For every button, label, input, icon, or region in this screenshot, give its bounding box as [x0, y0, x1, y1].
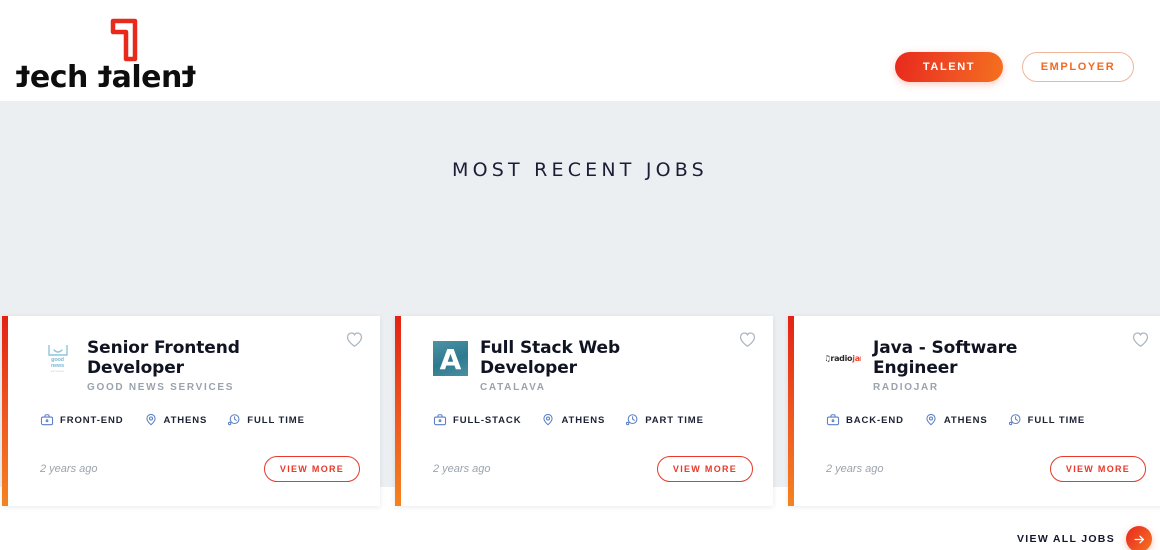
location-pin-icon [541, 413, 555, 427]
logo-wordmark: tech talent [16, 60, 196, 95]
card-header: good news services Senior Frontend Develo… [40, 338, 360, 393]
catalava-logo: A [433, 341, 468, 376]
header-actions: TALENT EMPLOYER [895, 52, 1134, 82]
location-pin-icon [144, 413, 158, 427]
job-title: Full Stack Web Developer [480, 338, 621, 379]
meta-category-label: BACK-END [846, 414, 904, 426]
company-name: GOOD NEWS SERVICES [87, 382, 235, 394]
meta-location: ATHENS [541, 413, 605, 427]
radiojar-logo-text: ♫radiojar [826, 354, 861, 363]
meta-location-label: ATHENS [561, 414, 606, 426]
meta-location-label: ATHENS [943, 414, 988, 426]
job-title: Senior Frontend Developer [87, 338, 240, 379]
flag-one-mark-icon [109, 18, 139, 62]
meta-location: ATHENS [144, 413, 208, 427]
job-meta: BACK-END ATHENS FULL TIME [826, 413, 1085, 427]
arrow-right-icon[interactable] [1126, 526, 1152, 550]
site-header: tech talent TALENT EMPLOYER [0, 0, 1160, 101]
briefcase-icon [826, 413, 840, 427]
card-footer: 2 years ago VIEW MORE [826, 456, 1146, 482]
clock-icon [625, 413, 639, 427]
card-footer: 2 years ago VIEW MORE [433, 456, 753, 482]
job-card[interactable]: ♫radiojar Java - Software Engineer RADIO… [788, 316, 1160, 506]
card-header: ♫radiojar Java - Software Engineer RADIO… [826, 338, 1146, 393]
logo[interactable]: tech talent [16, 8, 196, 95]
good-news-services-logo: good news services [40, 341, 75, 376]
meta-location-label: ATHENS [163, 414, 208, 426]
catalava-logo-letter: A [439, 342, 462, 376]
company-name: RADIOJAR [873, 382, 939, 394]
talent-button[interactable]: TALENT [895, 52, 1003, 82]
meta-category: BACK-END [826, 413, 904, 427]
job-meta: FRONT-END ATHENS FULL TIME [40, 413, 305, 427]
meta-category: FRONT-END [40, 413, 124, 427]
view-more-button[interactable]: VIEW MORE [657, 456, 753, 482]
meta-category-label: FRONT-END [60, 414, 124, 426]
meta-employment-label: PART TIME [645, 414, 704, 426]
card-footer: 2 years ago VIEW MORE [40, 456, 360, 482]
job-cards-list: good news services Senior Frontend Develo… [0, 316, 1160, 506]
posted-time: 2 years ago [40, 463, 98, 475]
company-name: CATALAVA [480, 382, 546, 394]
posted-time: 2 years ago [826, 463, 884, 475]
view-all-jobs-label: VIEW ALL JOBS [1017, 533, 1115, 545]
meta-employment-type: FULL TIME [1008, 413, 1086, 427]
view-more-button[interactable]: VIEW MORE [1050, 456, 1146, 482]
meta-category-label: FULL-STACK [453, 414, 522, 426]
radiojar-logo: ♫radiojar [826, 341, 861, 376]
meta-location: ATHENS [924, 413, 988, 427]
meta-category: FULL-STACK [433, 413, 521, 427]
recent-jobs-section: MOST RECENT JOBS good news services Seni… [0, 101, 1160, 550]
clock-icon [227, 413, 241, 427]
job-card[interactable]: A Full Stack Web Developer CATALAVA FULL… [395, 316, 773, 506]
meta-employment-type: FULL TIME [227, 413, 305, 427]
location-pin-icon [924, 413, 938, 427]
card-header: A Full Stack Web Developer CATALAVA [433, 338, 753, 393]
clock-icon [1008, 413, 1022, 427]
page-title: MOST RECENT JOBS [452, 159, 708, 181]
briefcase-icon [433, 413, 447, 427]
posted-time: 2 years ago [433, 463, 491, 475]
meta-employment-label: FULL TIME [247, 414, 305, 426]
meta-employment-label: FULL TIME [1027, 414, 1086, 426]
view-more-button[interactable]: VIEW MORE [264, 456, 360, 482]
view-all-jobs-link[interactable]: VIEW ALL JOBS [1017, 526, 1152, 550]
meta-employment-type: PART TIME [625, 413, 704, 427]
briefcase-icon [40, 413, 54, 427]
job-card[interactable]: good news services Senior Frontend Develo… [2, 316, 380, 506]
job-title: Java - Software Engineer [873, 338, 1018, 379]
employer-button[interactable]: EMPLOYER [1022, 52, 1134, 82]
job-meta: FULL-STACK ATHENS PART TIME [433, 413, 704, 427]
